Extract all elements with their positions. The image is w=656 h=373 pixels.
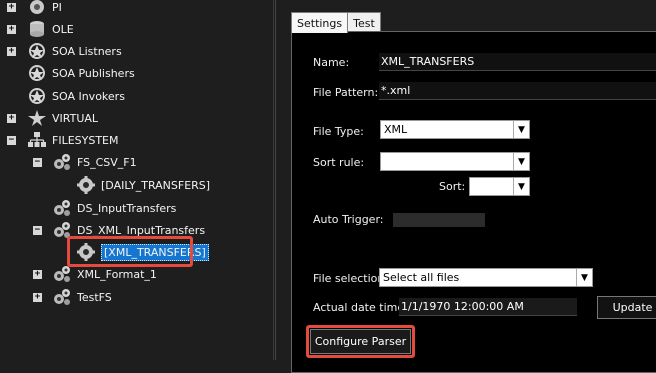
tree-item-label: PI [52, 0, 62, 14]
tree-item-label: SOA Publishers [52, 66, 135, 80]
sort-select[interactable]: ▼ [469, 177, 530, 196]
expand-icon[interactable]: + [33, 270, 42, 279]
expand-icon[interactable]: + [7, 114, 16, 123]
actual-date-label: Actual date time: [313, 301, 408, 314]
splitter[interactable] [275, 0, 276, 360]
tree-item-label: SOA Invokers [52, 89, 125, 103]
expand-icon[interactable]: + [7, 47, 16, 56]
file-type-value: XML [384, 123, 408, 136]
chevron-down-icon[interactable]: ▼ [513, 153, 529, 170]
file-pattern-label: File Pattern: [313, 86, 379, 99]
tree-panel: + PI + OLE + SOA Listners SOA Publishers SOA In… [0, 0, 274, 360]
tree-item-label: TestFS [77, 290, 112, 304]
tree-item-soa-listners[interactable]: SOA Listners [27, 41, 122, 61]
tree-item-label: DS_XML_InputTransfers [77, 223, 206, 237]
tree-item-soa-publishers[interactable]: SOA Publishers [27, 63, 135, 83]
gears-icon [52, 199, 72, 217]
tree-item-label: FILESYSTEM [52, 133, 119, 147]
sort-rule-select[interactable]: ▼ [380, 152, 530, 171]
expand-icon[interactable]: + [33, 293, 42, 302]
chevron-down-icon[interactable]: ▼ [576, 269, 592, 286]
selection-highlight [67, 236, 193, 267]
tree-item-ds-inputtransfers[interactable]: DS_InputTransfers [52, 198, 176, 218]
tree-item-ole[interactable]: OLE [27, 19, 74, 39]
sort-rule-label: Sort rule: [313, 156, 365, 169]
pi-icon [27, 0, 47, 16]
collapse-icon[interactable]: − [33, 158, 42, 167]
file-selection-select[interactable]: Select all files ▼ [379, 268, 593, 287]
actual-date-field[interactable]: 1/1/1970 12:00:00 AM [399, 298, 577, 316]
soa-icon [27, 64, 47, 82]
collapse-icon[interactable]: − [33, 226, 42, 235]
tree-item-label: OLE [52, 22, 74, 36]
soa-icon [27, 87, 47, 105]
gears-icon [52, 265, 72, 283]
expand-icon[interactable]: + [7, 3, 16, 12]
update-button[interactable]: Update [597, 296, 656, 319]
tree-item-testfs[interactable]: TestFS [52, 287, 112, 307]
tab-settings[interactable]: Settings [291, 12, 349, 33]
tree-item-xml-format-1[interactable]: XML_Format_1 [52, 264, 157, 284]
soa-icon [27, 42, 47, 60]
tree-item-pi[interactable]: PI [27, 0, 62, 17]
tree-item-fs-csv-f1[interactable]: FS_CSV_F1 [52, 152, 137, 172]
name-field[interactable]: XML_TRANSFERS [379, 53, 656, 71]
file-type-select[interactable]: XML ▼ [380, 120, 530, 139]
chevron-down-icon[interactable]: ▼ [513, 121, 529, 138]
file-selection-value: Select all files [383, 271, 460, 284]
tree-item-label: DS_InputTransfers [77, 201, 177, 215]
settings-pane: Settings Test Name: XML_TRANSFERS File P… [285, 0, 656, 373]
tree-item-daily-transfers[interactable]: [DAILY_TRANSFERS] [76, 175, 210, 195]
hierarchy-icon [27, 131, 47, 149]
expand-icon[interactable]: + [7, 25, 16, 34]
auto-trigger-label: Auto Trigger: [313, 213, 384, 226]
tree-item-label: FS_CSV_F1 [77, 155, 137, 169]
file-pattern-field[interactable]: *.xml [379, 82, 656, 100]
virtual-icon [27, 109, 47, 127]
configure-parser-button[interactable]: Configure Parser [310, 329, 411, 354]
collapse-icon[interactable]: − [7, 136, 16, 145]
sort-label: Sort: [439, 180, 466, 193]
name-label: Name: [313, 56, 350, 69]
tree-item-label: SOA Listners [52, 44, 122, 58]
file-type-label: File Type: [313, 125, 364, 138]
gears-icon [52, 153, 72, 171]
tab-strip: Settings Test [291, 12, 381, 33]
tree-item-label: [DAILY_TRANSFERS] [101, 178, 211, 192]
tree-item-virtual[interactable]: VIRTUAL [27, 108, 98, 128]
tree-item-label: VIRTUAL [52, 111, 99, 125]
tab-test[interactable]: Test [347, 12, 381, 33]
tree-item-label: XML_Format_1 [77, 267, 157, 281]
tree-item-filesystem[interactable]: FILESYSTEM [27, 130, 119, 150]
settings-panel: Name: XML_TRANSFERS File Pattern: *.xml … [291, 31, 656, 373]
gears-icon [52, 288, 72, 306]
auto-trigger-field[interactable] [393, 213, 485, 227]
chevron-down-icon[interactable]: ▼ [513, 178, 529, 195]
database-icon [27, 20, 47, 38]
file-selection-label: File selection: [313, 272, 389, 285]
gear-icon [76, 176, 96, 194]
tree-item-soa-invokers[interactable]: SOA Invokers [27, 86, 125, 106]
